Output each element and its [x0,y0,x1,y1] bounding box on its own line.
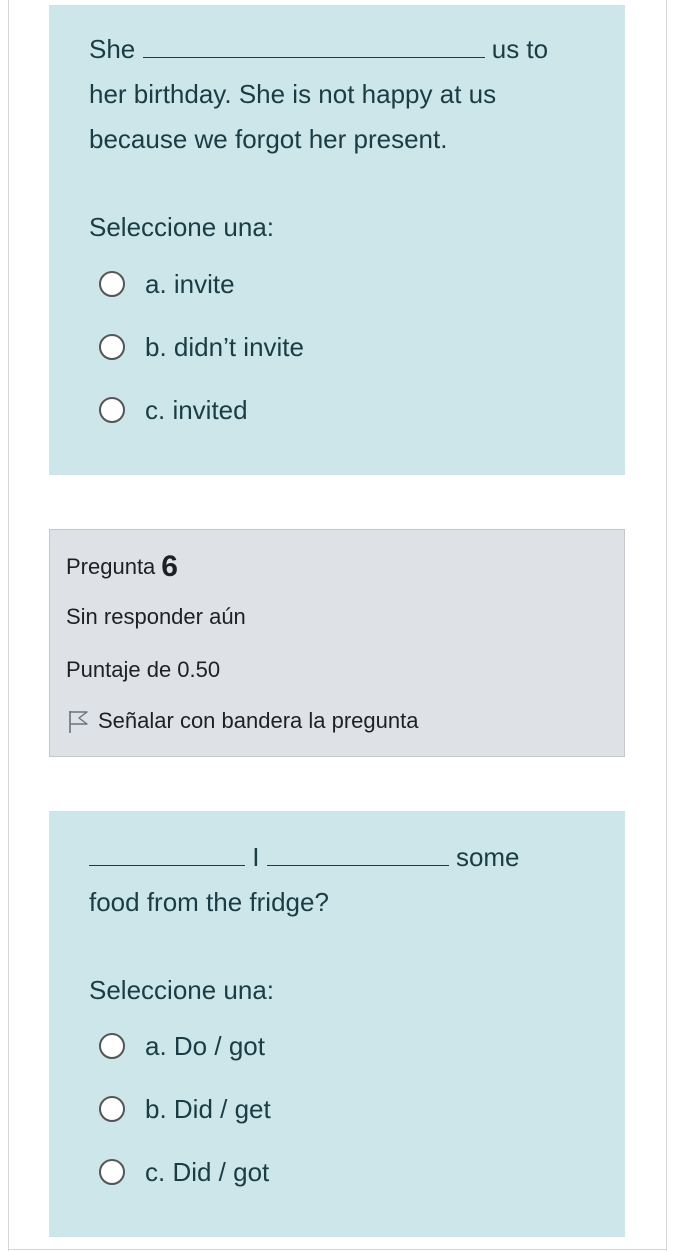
question-6-text-line-2: food from the fridge? [89,887,329,917]
option-label: a. invite [145,268,235,299]
question-text-fragment: some [455,842,520,872]
flag-icon [69,711,88,733]
radio-unchecked-icon[interactable] [99,1033,125,1059]
question-5-option-b[interactable]: b. didn’t invite [99,327,304,367]
question-5-option-a[interactable]: a. invite [99,264,235,304]
question-text-fragment: She [89,34,136,64]
frame-right-border [666,0,667,1251]
option-label: b. didn’t invite [145,331,304,362]
question-number: 6 [161,550,178,583]
radio-unchecked-icon[interactable] [99,1096,125,1122]
option-label: a. Do / got [145,1030,265,1061]
question-5-text-line-1: She us to [89,27,548,72]
question-6-content: I some food from the fridge? Seleccione … [49,811,625,1237]
radio-unchecked-icon[interactable] [99,271,125,297]
question-text-fragment: I [252,842,260,872]
question-6-info: Pregunta 6 Sin responder aún Puntaje de 0… [49,529,625,757]
question-6-text-line-1: I some [89,835,520,880]
question-text-fragment: us to [491,34,549,64]
question-status: Sin responder aún [66,604,246,629]
answer-blank [89,843,245,866]
flag-question-label: Señalar con bandera la pregunta [98,708,419,733]
frame-left-border [8,0,9,1251]
option-label: c. invited [145,394,248,425]
option-label: c. Did / got [145,1156,270,1187]
question-6-option-a[interactable]: a. Do / got [99,1026,265,1066]
question-number-heading: Pregunta 6 [66,548,178,583]
radio-unchecked-icon[interactable] [99,1159,125,1185]
question-6-option-c[interactable]: c. Did / got [99,1152,269,1192]
radio-unchecked-icon[interactable] [99,334,125,360]
answer-blank [266,843,449,866]
question-label: Pregunta [66,554,156,579]
flag-question-link[interactable]: Señalar con bandera la pregunta [66,708,418,734]
question-score: Puntaje de 0.50 [66,657,221,682]
answer-blank [142,35,485,58]
question-5-text-line-3: because we forgot her present. [89,124,448,154]
frame-bottom-border [8,1249,667,1250]
question-5-option-c[interactable]: c. invited [99,390,248,430]
option-label: b. Did / get [145,1093,271,1124]
question-5-content: She us to her birthday. She is not happy… [49,5,625,475]
question-6-option-b[interactable]: b. Did / get [99,1089,271,1129]
radio-unchecked-icon[interactable] [99,397,125,423]
select-one-prompt: Seleccione una: [89,212,275,242]
select-one-prompt: Seleccione una: [89,975,275,1005]
question-5-text-line-2: her birthday. She is not happy at us [89,79,497,109]
